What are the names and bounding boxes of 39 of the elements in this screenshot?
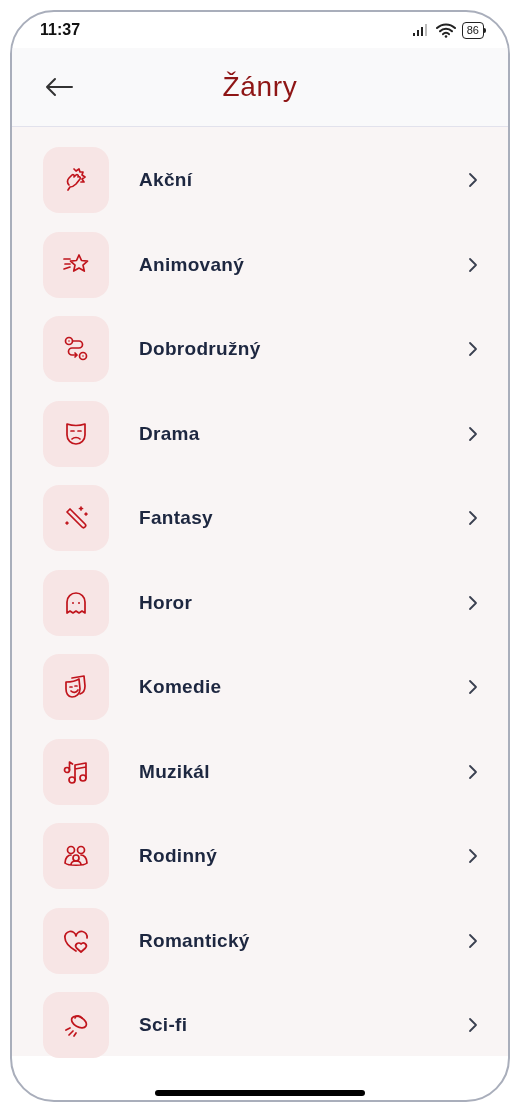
chevron-right-icon [468, 510, 478, 527]
chevron-right-icon [468, 932, 478, 949]
wifi-icon [435, 22, 456, 38]
status-time: 11:37 [40, 20, 81, 40]
genre-label: Dobrodružný [139, 337, 262, 361]
battery-level: 86 [466, 24, 479, 36]
genre-item[interactable]: Animovaný [12, 222, 508, 307]
chevron-right-icon [468, 341, 478, 358]
page-title: Žánry [222, 70, 298, 104]
chevron-right-icon [468, 425, 478, 442]
genre-label: Fantasy [139, 506, 214, 530]
genre-label: Muzikál [139, 759, 211, 784]
genre-label: Romantický [139, 928, 251, 953]
genre-label: Drama [139, 421, 201, 446]
genre-item[interactable]: Komedie [12, 645, 508, 730]
genre-label: Animovaný [139, 252, 246, 277]
back-arrow-icon [45, 77, 73, 97]
genre-label: Sci-fi [139, 1013, 189, 1037]
genre-item[interactable]: Fantasy [12, 476, 508, 561]
genre-item[interactable]: Drama [12, 391, 508, 476]
chevron-right-icon [468, 1017, 478, 1034]
genre-item[interactable]: Akční [12, 138, 508, 223]
genre-label: Komedie [139, 675, 223, 699]
chevron-right-icon [468, 256, 478, 273]
chevron-right-icon [468, 848, 478, 865]
signal-icon [411, 23, 430, 37]
genre-item[interactable]: Sci-fi [12, 983, 508, 1068]
genre-label: Rodinný [139, 844, 219, 868]
genre-label: Akční [139, 168, 194, 192]
genre-item[interactable]: Romantický [12, 898, 508, 983]
genre-item[interactable]: Rodinný [12, 814, 508, 899]
genre-item[interactable]: Muzikál [12, 729, 508, 814]
genre-label: Horor [139, 590, 194, 615]
chevron-right-icon [468, 763, 478, 780]
chevron-right-icon [468, 172, 478, 189]
genre-item[interactable]: Horor [12, 560, 508, 645]
genre-item[interactable]: Dobrodružný [12, 307, 508, 392]
chevron-right-icon [468, 679, 478, 696]
chevron-right-icon [468, 594, 478, 611]
